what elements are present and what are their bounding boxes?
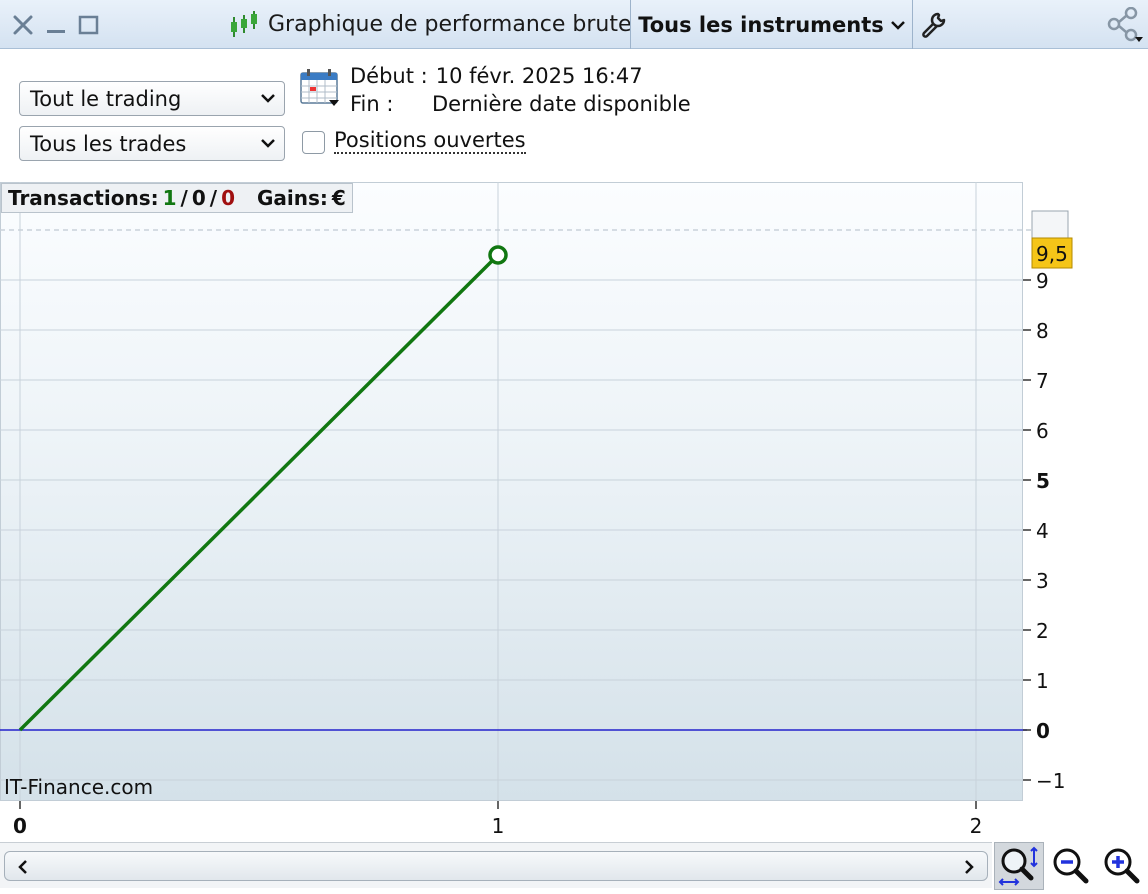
chevron-down-icon [890, 20, 905, 30]
y-tick-label: 6 [1036, 419, 1049, 443]
scroll-right-arrow-icon[interactable] [959, 856, 979, 878]
instrument-selector[interactable]: Tous les instruments [632, 0, 912, 49]
last-value-badge: 9,5 [1031, 210, 1073, 269]
minimize-icon[interactable] [42, 0, 70, 49]
maximize-icon[interactable] [76, 0, 102, 49]
candlestick-icon [231, 10, 257, 37]
win-count: 1 [162, 186, 177, 210]
calendar-icon[interactable] [299, 68, 341, 108]
last-value-label: 9,5 [1036, 242, 1068, 266]
y-tick-label: 9 [1036, 269, 1049, 293]
y-tick-label: 5 [1036, 469, 1050, 493]
trades-select[interactable]: Tous les trades [19, 126, 285, 161]
x-tick-label: 2 [970, 814, 983, 838]
y-tick-label: 0 [1036, 719, 1050, 743]
y-tick-label: 3 [1036, 569, 1049, 593]
gains-label: Gains: [257, 186, 328, 210]
count-separator: / [180, 186, 188, 210]
open-positions-checkbox[interactable] [302, 131, 325, 154]
zoom-out-icon [1053, 848, 1089, 884]
x-tick-label: 0 [13, 814, 27, 838]
end-label: Fin : [350, 92, 394, 116]
zoom-in-button[interactable] [1097, 842, 1147, 890]
trades-select-value: Tous les trades [30, 131, 187, 156]
x-tick-label: 1 [492, 814, 505, 838]
open-positions-label[interactable]: Positions ouvertes [334, 129, 526, 154]
horizontal-scrollbar[interactable] [0, 842, 992, 888]
date-range: Début : 10 févr. 2025 16:47 Fin : Derniè… [350, 62, 691, 118]
chevron-down-icon [261, 94, 275, 103]
y-tick-label: 4 [1036, 519, 1049, 543]
zoom-in-icon [1104, 848, 1140, 884]
close-icon[interactable] [8, 0, 38, 49]
zoom-fit-button[interactable] [994, 842, 1044, 890]
gains-currency: € [331, 186, 346, 210]
scrollbar-track[interactable] [4, 851, 988, 881]
y-tick-label: 2 [1036, 619, 1049, 643]
start-label: Début : [350, 64, 428, 88]
count-separator: / [209, 186, 218, 210]
y-tick-label: 8 [1036, 319, 1049, 343]
y-axis: −1 0 1 2 3 4 5 6 7 8 9 10 [1023, 219, 1065, 793]
transactions-summary: Transactions: 1 / 0 / 0 Gains: € [1, 183, 353, 213]
trading-select[interactable]: Tout le trading [19, 81, 285, 116]
badge-box [1031, 237, 1073, 269]
title-separator [912, 0, 913, 49]
share-icon[interactable] [1100, 0, 1148, 49]
wrench-icon[interactable] [914, 0, 954, 49]
y-tick-label: −1 [1036, 769, 1065, 793]
y-tick-label: 7 [1036, 369, 1049, 393]
watermark: IT-Finance.com [4, 775, 154, 799]
neutral-count: 0 [191, 186, 206, 210]
instrument-selector-label: Tous les instruments [638, 12, 884, 37]
title-bar: Graphique de performance brute Tous les … [0, 0, 1148, 49]
magnifier-fit-icon [998, 846, 1038, 886]
x-axis: 0 1 2 [13, 801, 982, 838]
transactions-label: Transactions: [8, 186, 159, 210]
trading-select-value: Tout le trading [30, 86, 182, 111]
badge-ghost [1031, 210, 1069, 242]
loss-count: 0 [221, 186, 235, 210]
y-tick-label: 1 [1036, 669, 1049, 693]
start-value[interactable]: 10 févr. 2025 16:47 [436, 62, 643, 90]
zoom-out-button[interactable] [1046, 842, 1096, 890]
title-separator [630, 0, 631, 49]
y-tick-label: 10 [1036, 219, 1061, 243]
scroll-left-arrow-icon[interactable] [13, 856, 33, 878]
chevron-down-icon [261, 139, 275, 148]
window-title: Graphique de performance brute [228, 0, 632, 49]
window-title-text: Graphique de performance brute [268, 12, 632, 37]
end-value[interactable]: Dernière date disponible [432, 90, 691, 118]
chart-plot-area[interactable] [0, 182, 1023, 801]
